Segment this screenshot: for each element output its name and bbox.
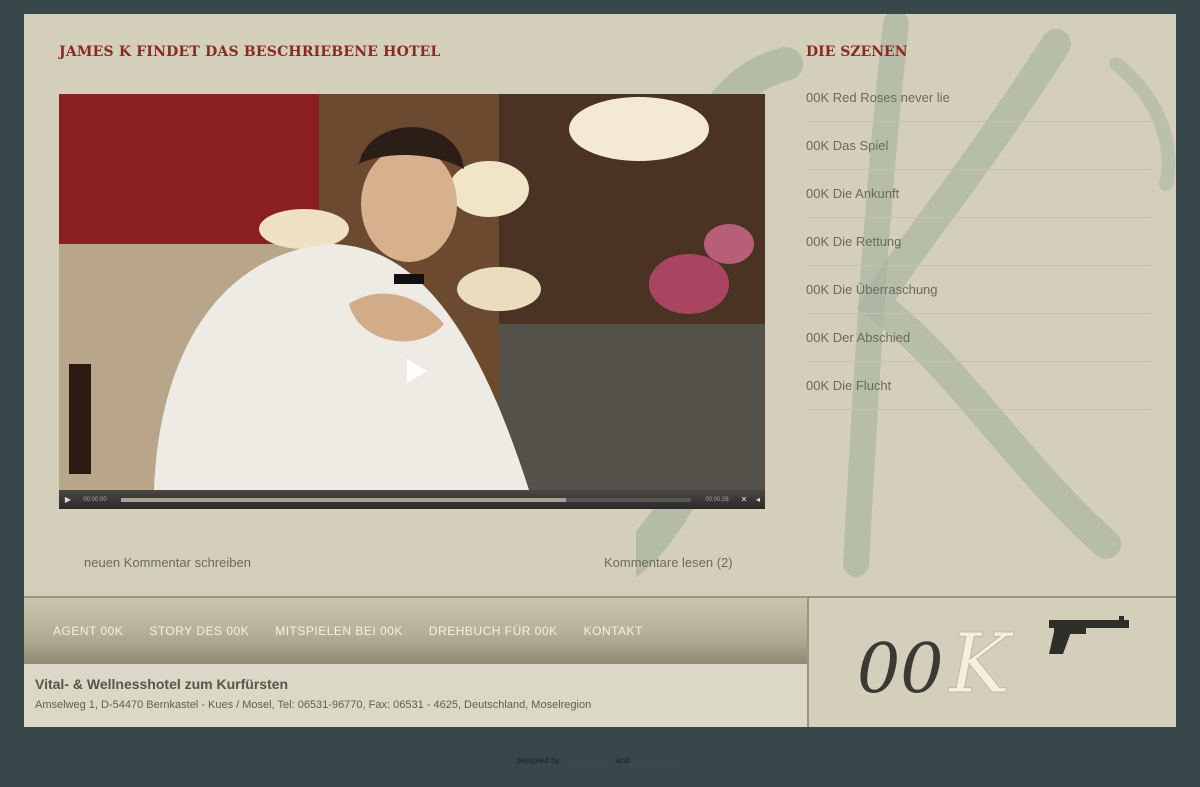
- hotel-address: Amselweg 1, D-54470 Bernkastel - Kues / …: [35, 699, 592, 711]
- hotel-info: Vital- & Wellnesshotel zum Kurfürsten Am…: [24, 664, 807, 727]
- seek-bar-fill: [121, 497, 566, 502]
- fullscreen-icon[interactable]: ✕: [737, 495, 751, 504]
- footer-credits: designed by xxxxxxxxxxxxx and xxxxxxxxxx…: [0, 756, 1200, 765]
- video-player[interactable]: ▶ 00:00:00 00:00:28 ✕ ◂: [59, 94, 765, 509]
- video-title: JAMES K FINDET DAS BESCHRIEBENE HOTEL: [59, 44, 441, 60]
- main-nav: AGENT 00K STORY DES 00K MITSPIELEN BEI 0…: [24, 596, 807, 664]
- video-controls: ▶ 00:00:00 00:00:28 ✕ ◂: [59, 490, 765, 509]
- write-comment-link[interactable]: neuen Kommentar schreiben: [84, 555, 251, 570]
- footer-designer-link-1[interactable]: xxxxxxxxxxxxx: [562, 756, 614, 765]
- scene-link[interactable]: 00K Red Roses never lie: [806, 90, 950, 105]
- video-still: [59, 94, 765, 490]
- scene-link[interactable]: 00K Der Abschied: [806, 330, 910, 345]
- play-icon[interactable]: ▶: [61, 495, 75, 504]
- logo-panel: 00 K: [807, 596, 1176, 727]
- site-logo: 00 K: [857, 616, 1129, 710]
- footer-joiner: and: [616, 756, 630, 765]
- scene-link[interactable]: 00K Die Ankunft: [806, 186, 899, 201]
- scene-item: 00K Das Spiel: [806, 122, 1151, 170]
- scene-item: 00K Die Überraschung: [806, 266, 1151, 314]
- page-frame: JAMES K FINDET DAS BESCHRIEBENE HOTEL ▶ …: [24, 14, 1176, 727]
- scene-link[interactable]: 00K Das Spiel: [806, 138, 888, 153]
- read-comments-link[interactable]: Kommentare lesen (2): [604, 555, 733, 570]
- nav-item-kontakt[interactable]: KONTAKT: [584, 624, 643, 638]
- nav-item-story[interactable]: STORY DES 00K: [149, 624, 249, 638]
- nav-item-drehbuch[interactable]: DREHBUCH FÜR 00K: [429, 624, 558, 638]
- footer-designer-link-2[interactable]: xxxxxxxxxxxxx: [632, 756, 684, 765]
- scene-item: 00K Die Rettung: [806, 218, 1151, 266]
- scene-link[interactable]: 00K Die Flucht: [806, 378, 891, 393]
- content-panel: JAMES K FINDET DAS BESCHRIEBENE HOTEL ▶ …: [24, 14, 1176, 596]
- play-overlay-button[interactable]: [396, 353, 432, 389]
- nav-item-agent[interactable]: AGENT 00K: [53, 624, 123, 638]
- scene-link[interactable]: 00K Die Rettung: [806, 234, 901, 249]
- scene-item: 00K Red Roses never lie: [806, 74, 1151, 122]
- scenes-title: DIE SZENEN: [806, 44, 908, 60]
- seek-bar[interactable]: [121, 497, 691, 502]
- nav-item-mitspielen[interactable]: MITSPIELEN BEI 00K: [275, 624, 403, 638]
- scenes-list: 00K Red Roses never lie 00K Das Spiel 00…: [806, 74, 1151, 410]
- volume-icon[interactable]: ◂: [751, 495, 765, 504]
- duration-time: 00:00:28: [705, 496, 729, 503]
- pistol-icon: [1049, 616, 1129, 654]
- hotel-name: Vital- & Wellnesshotel zum Kurfürsten: [35, 676, 289, 692]
- scene-link[interactable]: 00K Die Überraschung: [806, 282, 938, 297]
- scene-item: 00K Die Ankunft: [806, 170, 1151, 218]
- logo-oo-text: 00: [857, 630, 944, 709]
- scene-item: 00K Die Flucht: [806, 362, 1151, 410]
- scene-item: 00K Der Abschied: [806, 314, 1151, 362]
- logo-k-text: K: [947, 617, 1015, 710]
- footer-prefix: designed by: [516, 756, 560, 765]
- elapsed-time: 00:00:00: [83, 496, 107, 503]
